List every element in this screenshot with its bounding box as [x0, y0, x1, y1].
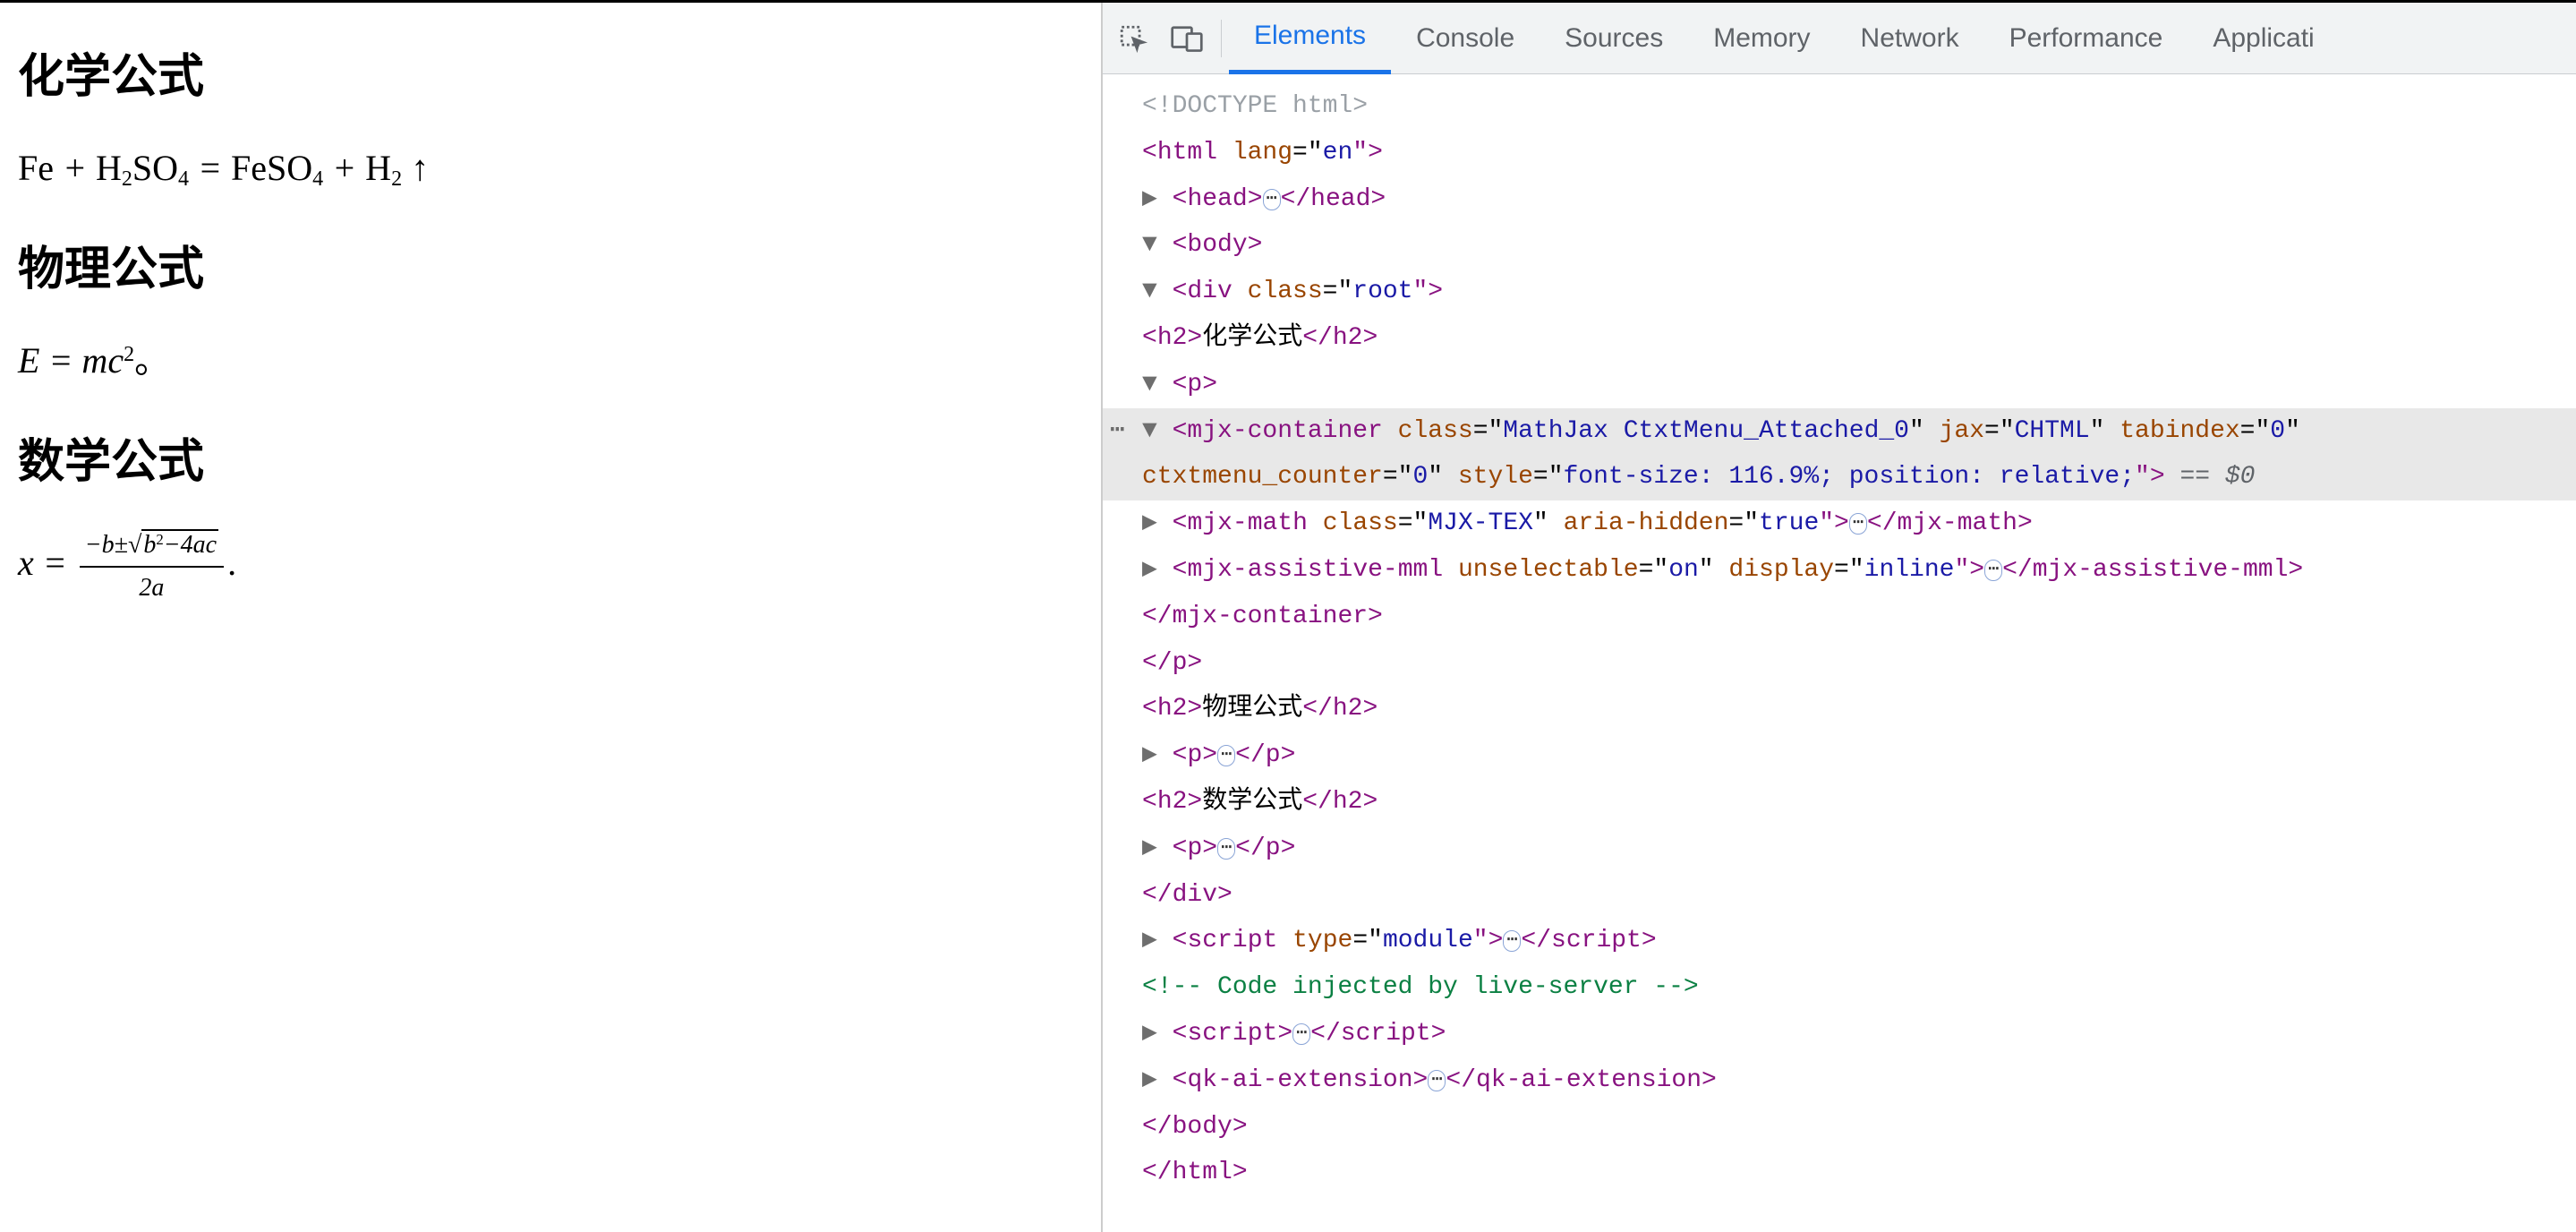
devtools-panel: Elements Console Sources Memory Network … — [1101, 3, 2576, 1232]
inspect-icon[interactable] — [1110, 15, 1156, 62]
heading-math: 数学公式 — [18, 424, 1083, 491]
expand-toggle[interactable]: ▶ — [1142, 741, 1173, 769]
tab-console[interactable]: Console — [1391, 3, 1540, 74]
ellipsis-icon[interactable]: ⋯ — [1263, 189, 1281, 210]
ellipsis-icon[interactable]: ⋯ — [1292, 1023, 1310, 1045]
ellipsis-icon[interactable]: ⋯ — [1984, 560, 2002, 581]
formula-chemistry: Fe + H2SO4 = FeSO4 + H2 ↑ — [18, 141, 1083, 195]
expand-toggle[interactable]: ▼ — [1142, 231, 1173, 259]
heading-chemistry: 化学公式 — [18, 38, 1083, 106]
expand-toggle[interactable]: ▼ — [1142, 278, 1173, 305]
device-toggle-icon[interactable] — [1164, 15, 1210, 62]
tab-network[interactable]: Network — [1836, 3, 1984, 74]
expand-toggle[interactable]: ▶ — [1142, 185, 1173, 213]
tab-sources[interactable]: Sources — [1540, 3, 1688, 74]
selected-node[interactable]: ⋯ ▼ <mjx-container class="MathJax CtxtMe… — [1103, 408, 2576, 455]
ellipsis-icon[interactable]: ⋯ — [1217, 838, 1235, 860]
toolbar-separator — [1221, 20, 1222, 57]
expand-toggle[interactable]: ▶ — [1142, 556, 1173, 584]
ellipsis-icon[interactable]: ⋯ — [1849, 513, 1867, 535]
formula-math: x = −b±b2−4ac2a. — [18, 526, 1083, 607]
expand-toggle[interactable]: ▼ — [1142, 417, 1173, 445]
more-actions-icon[interactable]: ⋯ — [1110, 408, 1125, 455]
tab-performance[interactable]: Performance — [1984, 3, 2188, 74]
expand-toggle[interactable]: ▶ — [1142, 834, 1173, 862]
elements-tree[interactable]: <!DOCTYPE html> <html lang="en"> ▶ <head… — [1103, 74, 2576, 1232]
ellipsis-icon[interactable]: ⋯ — [1217, 745, 1235, 766]
ellipsis-icon[interactable]: ⋯ — [1428, 1070, 1446, 1091]
formula-physics: E = mc2。 — [18, 334, 1083, 388]
rendered-page: 化学公式 Fe + H2SO4 = FeSO4 + H2 ↑ 物理公式 E = … — [0, 3, 1101, 1232]
ellipsis-icon[interactable]: ⋯ — [1503, 930, 1521, 952]
tab-elements[interactable]: Elements — [1229, 3, 1391, 74]
expand-toggle[interactable]: ▶ — [1142, 1020, 1173, 1048]
expand-toggle[interactable]: ▶ — [1142, 509, 1173, 537]
expand-toggle[interactable]: ▶ — [1142, 927, 1173, 954]
node-comment[interactable]: <!-- Code injected by live-server --> — [1142, 973, 1699, 1001]
node-doctype[interactable]: <!DOCTYPE html> — [1142, 92, 1368, 120]
expand-toggle[interactable]: ▶ — [1142, 1066, 1173, 1094]
tab-application[interactable]: Applicati — [2188, 3, 2339, 74]
expand-toggle[interactable]: ▼ — [1142, 371, 1173, 398]
devtools-tabstrip: Elements Console Sources Memory Network … — [1103, 3, 2576, 74]
heading-physics: 物理公式 — [18, 231, 1083, 298]
tab-memory[interactable]: Memory — [1688, 3, 1835, 74]
